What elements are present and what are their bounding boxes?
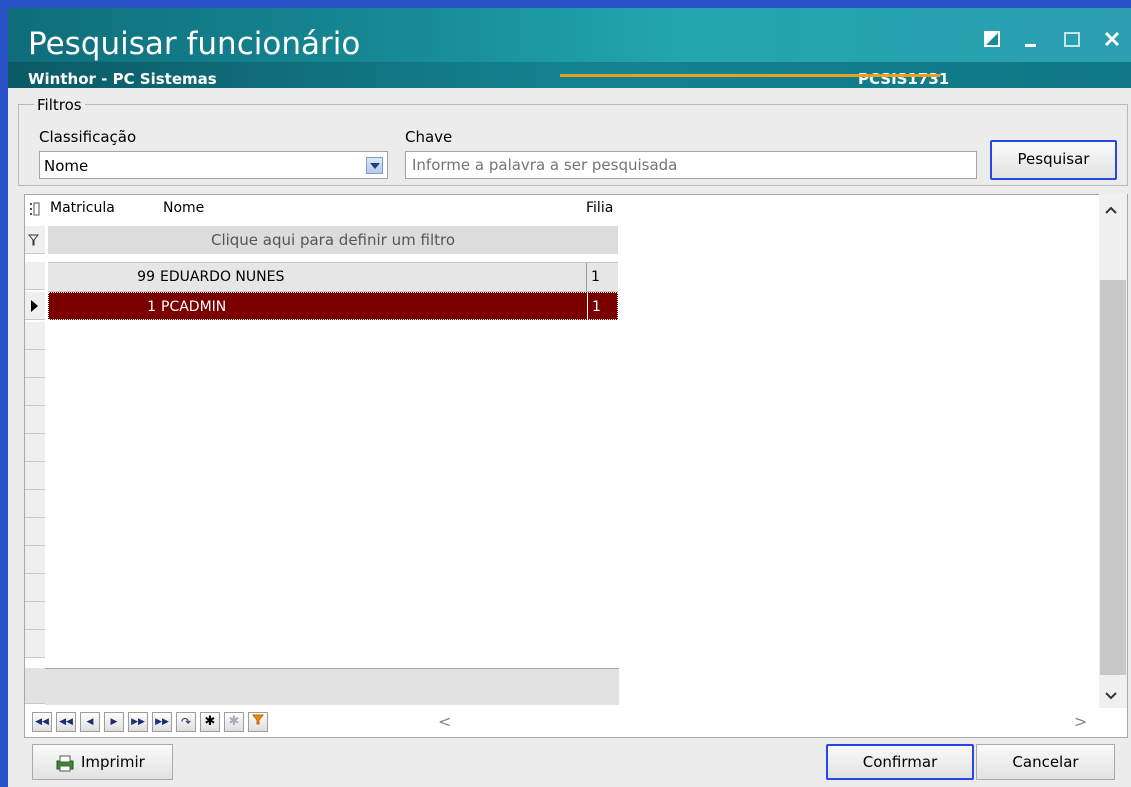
maximize-icon[interactable]: [1063, 30, 1081, 51]
cell-filial: 1: [587, 293, 617, 321]
cell-filial: 1: [586, 263, 616, 291]
classificacao-label: Classificação: [39, 128, 137, 146]
row-indicator: [25, 434, 45, 462]
filter-row[interactable]: Clique aqui para definir um filtro: [48, 226, 618, 254]
previous-record-icon[interactable]: ◀: [80, 712, 100, 732]
window-title: Pesquisar funcionário: [28, 26, 361, 62]
row-indicator: [25, 350, 45, 378]
scroll-down-svg: [1105, 692, 1117, 700]
classificacao-value: Nome: [44, 157, 89, 175]
routine-code: PCSIS1731: [858, 70, 950, 88]
row-indicator: [25, 574, 45, 602]
refresh-icon[interactable]: ↷: [176, 712, 196, 732]
search-employee-window: Pesquisar funcionário Winthor - PC Siste…: [0, 0, 1131, 787]
current-row-arrow-svg: [31, 300, 38, 312]
row-indicator: [25, 462, 45, 490]
row-indicator: [25, 490, 45, 518]
cell-matricula: 1: [147, 299, 156, 315]
restore-window-icon[interactable]: [983, 30, 1001, 51]
vertical-scrollbar-thumb[interactable]: [1100, 280, 1126, 675]
cell-matricula: 99: [137, 269, 155, 285]
scroll-up-svg: [1105, 206, 1117, 214]
chave-label: Chave: [405, 128, 453, 146]
last-page-icon[interactable]: ▶▶: [152, 712, 172, 732]
row-indicator: [25, 262, 45, 290]
row-indicator: [25, 602, 45, 630]
minimize-icon[interactable]: [1024, 30, 1038, 51]
app-name: Winthor - PC Sistemas: [28, 70, 217, 88]
window-frame-top: [0, 0, 1131, 8]
print-button-label: Imprimir: [81, 753, 145, 771]
print-button[interactable]: Imprimir: [32, 744, 173, 780]
current-row-indicator-icon: [25, 292, 45, 320]
search-button[interactable]: Pesquisar: [990, 140, 1117, 180]
column-chooser-svg: [30, 202, 40, 216]
filter-row-icon[interactable]: [25, 226, 45, 254]
confirm-button[interactable]: Confirmar: [826, 744, 974, 780]
filter-funnel-svg: [27, 234, 40, 246]
row-indicator: [25, 518, 45, 546]
scroll-down-icon[interactable]: [1104, 686, 1118, 705]
footer-indicator: [25, 668, 45, 704]
column-header-nome[interactable]: Nome: [163, 200, 204, 216]
minimize-icon-svg: [1025, 44, 1036, 47]
next-record-icon[interactable]: ▶: [104, 712, 124, 732]
table-row-selected[interactable]: 1 PCADMIN 1: [48, 292, 618, 321]
filters-group-label: Filtros: [34, 96, 85, 114]
restore-icon-svg: [984, 31, 1000, 47]
classificacao-select[interactable]: Nome: [39, 151, 388, 179]
next-page-icon[interactable]: ▶▶: [128, 712, 148, 732]
maximize-icon-svg: [1064, 32, 1080, 47]
chevron-down-icon[interactable]: [366, 157, 383, 174]
column-header-filial[interactable]: Filia: [586, 200, 616, 216]
filter-icon[interactable]: [248, 712, 268, 732]
previous-page-icon[interactable]: ◀◀: [56, 712, 76, 732]
scroll-left-icon[interactable]: <: [438, 712, 451, 731]
column-header-matricula[interactable]: Matricula: [50, 200, 115, 216]
row-indicator: [25, 378, 45, 406]
grid-footer: [45, 668, 619, 705]
cell-nome: EDUARDO NUNES: [160, 269, 285, 285]
chave-input[interactable]: [405, 151, 977, 179]
scroll-up-icon[interactable]: [1104, 200, 1118, 219]
printer-icon: [56, 755, 74, 771]
cancel-button[interactable]: Cancelar: [976, 744, 1115, 780]
first-page-icon[interactable]: ◀◀: [32, 712, 52, 732]
row-indicator: [25, 406, 45, 434]
scroll-right-icon[interactable]: >: [1074, 712, 1087, 731]
window-frame-left: [0, 0, 8, 787]
row-indicator: [25, 322, 45, 350]
cancel-insert-icon[interactable]: ✱: [224, 712, 244, 732]
row-indicator: [25, 546, 45, 574]
insert-record-icon[interactable]: ✱: [200, 712, 220, 732]
filter-icon-svg: [251, 714, 265, 725]
title-accent-line: [560, 74, 940, 77]
row-indicator: [25, 630, 45, 658]
table-row[interactable]: 99 EDUARDO NUNES 1: [48, 262, 618, 292]
column-chooser-icon[interactable]: [25, 198, 45, 226]
cell-nome: PCADMIN: [161, 299, 227, 315]
close-icon-svg: [1104, 31, 1120, 47]
close-icon[interactable]: [1103, 30, 1121, 51]
